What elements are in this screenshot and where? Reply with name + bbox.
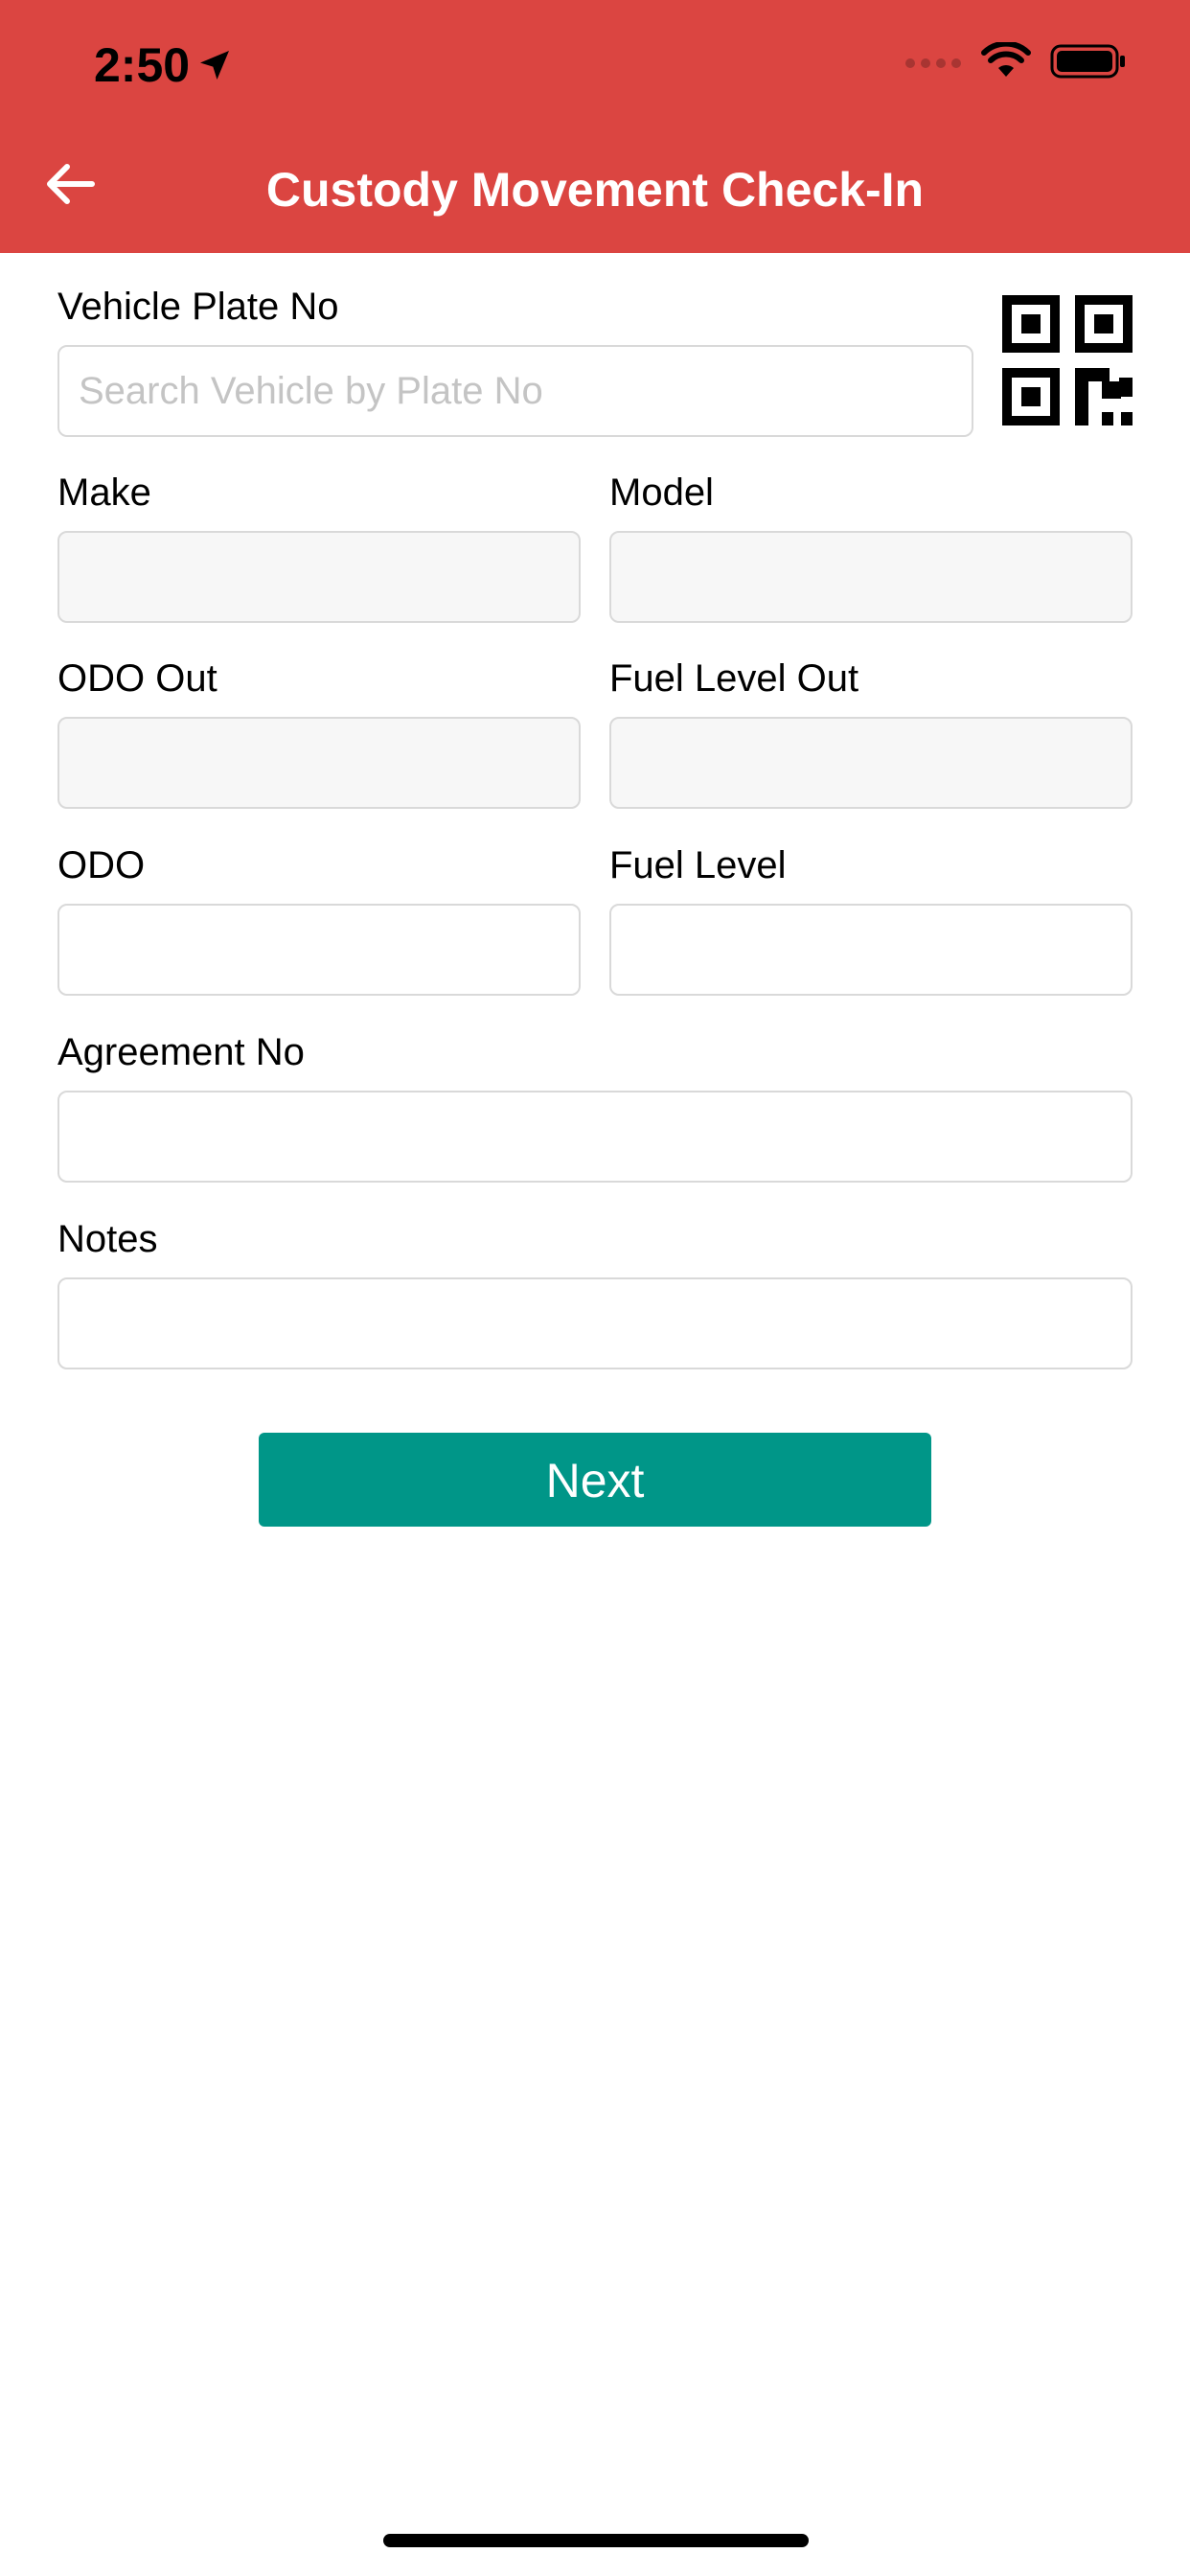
- wifi-icon: [981, 42, 1031, 77]
- qr-code-icon[interactable]: [1002, 295, 1133, 426]
- model-label: Model: [609, 472, 714, 514]
- vehicle-plate-search-input[interactable]: [57, 345, 973, 437]
- odo-input[interactable]: [57, 904, 581, 996]
- status-bar-time: 2:50: [94, 36, 234, 94]
- fuel-level-label: Fuel Level: [609, 844, 787, 886]
- odo-label: ODO: [57, 844, 146, 886]
- make-field: [57, 531, 581, 623]
- status-time-text: 2:50: [94, 38, 191, 92]
- next-button[interactable]: Next: [259, 1433, 931, 1527]
- status-bar-icons: [904, 42, 1127, 80]
- fuel-level-input[interactable]: [609, 904, 1133, 996]
- odo-out-label: ODO Out: [57, 657, 217, 700]
- model-field: [609, 531, 1133, 623]
- home-indicator: [383, 2534, 809, 2547]
- location-arrow-icon: [200, 51, 230, 80]
- signal-icon: [905, 58, 961, 68]
- fuel-level-out-label: Fuel Level Out: [609, 657, 859, 700]
- fuel-level-out-field: [609, 717, 1133, 809]
- vehicle-plate-label: Vehicle Plate No: [57, 286, 339, 328]
- app-header: 2:50 Custody Movement Check-In: [0, 0, 1190, 253]
- notes-label: Notes: [57, 1218, 158, 1260]
- make-label: Make: [57, 472, 151, 514]
- notes-input[interactable]: [57, 1277, 1133, 1369]
- agreement-no-label: Agreement No: [57, 1031, 305, 1073]
- odo-out-field: [57, 717, 581, 809]
- page-title: Custody Movement Check-In: [265, 163, 925, 217]
- battery-icon: [1050, 44, 1125, 79]
- agreement-no-input[interactable]: [57, 1091, 1133, 1183]
